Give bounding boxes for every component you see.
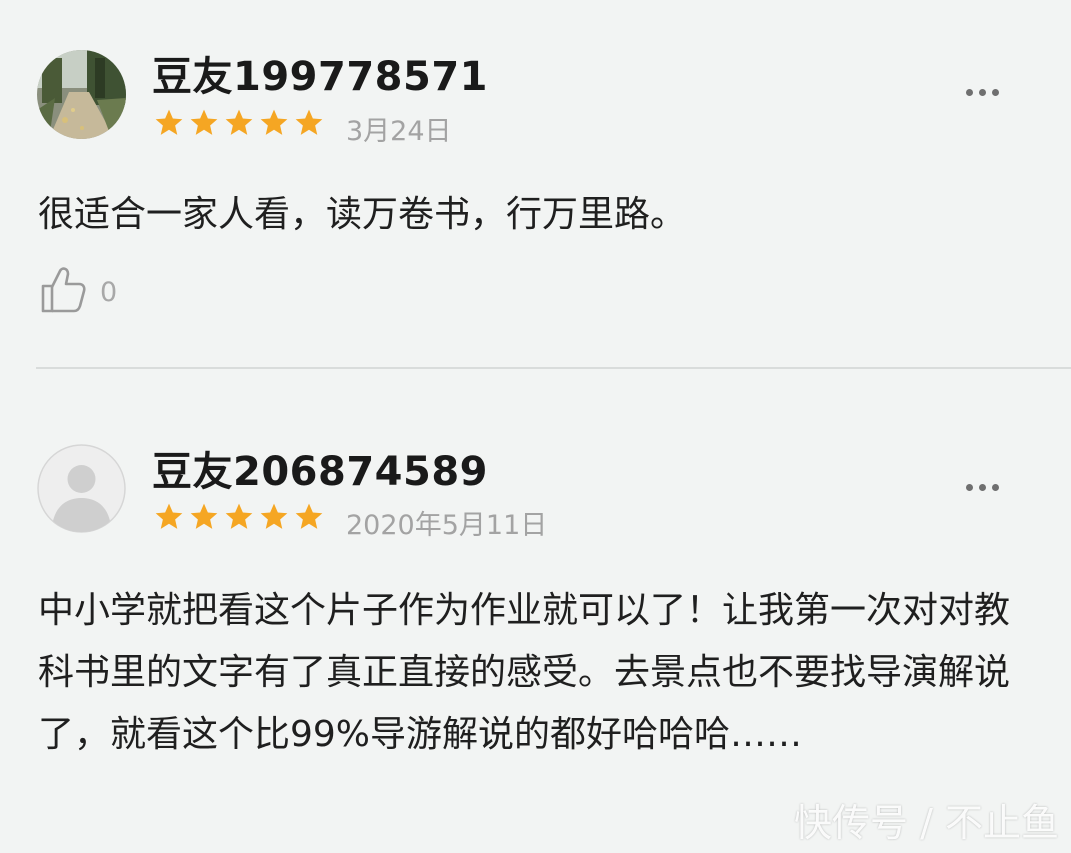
like-button[interactable]: 0 <box>40 266 117 318</box>
star-rating <box>152 107 326 139</box>
star-icon <box>187 501 221 533</box>
user-avatar[interactable] <box>37 444 126 533</box>
star-icon <box>292 107 326 139</box>
like-count: 0 <box>100 276 118 308</box>
review-item: 豆友206874589 2020年5月11日 中小学就把看这个片子作为作业就可以… <box>0 369 1071 853</box>
thumbs-up-icon <box>40 266 86 318</box>
username[interactable]: 豆友206874589 <box>152 439 488 497</box>
review-text: 很适合一家人看，读万卷书，行万里路。 <box>38 194 687 235</box>
star-icon <box>222 501 256 533</box>
watermark: 快传号 / 不止鱼 <box>794 801 1059 845</box>
star-icon <box>257 501 291 533</box>
review-text: 中小学就把看这个片子作为作业就可以了！让我第一次对对教科书里的文字有了真正直接的… <box>38 590 1011 755</box>
more-dots-icon[interactable] <box>966 484 999 491</box>
review-date: 2020年5月11日 <box>346 510 548 541</box>
star-icon <box>257 107 291 139</box>
star-icon <box>292 501 326 533</box>
star-icon <box>187 107 221 139</box>
username[interactable]: 豆友199778571 <box>152 44 488 102</box>
review-date: 3月24日 <box>346 116 452 147</box>
star-rating <box>152 501 326 533</box>
star-icon <box>152 107 186 139</box>
star-icon <box>152 501 186 533</box>
user-avatar[interactable] <box>37 50 126 139</box>
review-item: 豆友199778571 3月24日 很适合一家人看，读万卷书，行万里路。 0 <box>0 0 1071 368</box>
more-dots-icon[interactable] <box>966 89 999 96</box>
star-icon <box>222 107 256 139</box>
